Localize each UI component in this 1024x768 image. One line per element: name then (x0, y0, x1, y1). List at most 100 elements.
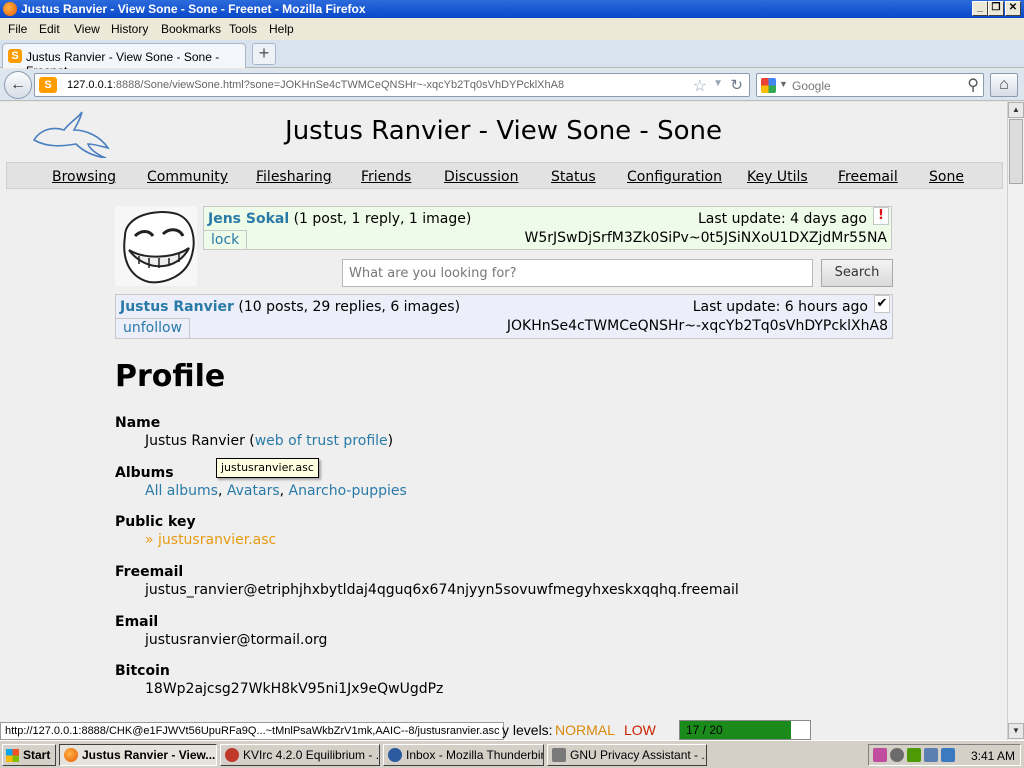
firefox-icon (64, 748, 78, 762)
viewed-sone-name-line: Justus Ranvier (10 posts, 29 replies, 6 … (120, 299, 460, 315)
tray-gear-icon[interactable] (890, 748, 904, 762)
freemail-value: justus_ranvier@etriphjhxbytldaj4qguq6x67… (145, 582, 739, 598)
google-icon[interactable] (761, 78, 776, 93)
new-tab-button[interactable]: + (252, 43, 276, 65)
bitcoin-label: Bitcoin (115, 663, 170, 679)
bookmark-star-icon[interactable]: ☆ (693, 76, 707, 96)
viewed-sone-stats: (10 posts, 29 replies, 6 images) (233, 299, 461, 315)
window-title-bar: Justus Ranvier - View Sone - Sone - Free… (0, 0, 1024, 18)
lock-button[interactable]: lock (204, 230, 248, 250)
web-of-trust-link[interactable]: web of trust profile (255, 433, 388, 449)
menu-view[interactable]: View (74, 22, 100, 36)
scroll-down-icon[interactable]: ▼ (1008, 723, 1024, 739)
taskbar: Start Justus Ranvier - View... KVIrc 4.2… (0, 740, 1024, 768)
tab-strip: S Justus Ranvier - View Sone - Sone - Fr… (0, 40, 1024, 78)
menu-bookmarks[interactable]: Bookmarks (161, 22, 221, 36)
url-path: :8888/Sone/viewSone.html?sone=JOKHnSe4cT… (112, 79, 565, 91)
kvirc-icon (225, 748, 239, 762)
album-link[interactable]: All albums (145, 483, 218, 499)
peers-count: 17 / 20 (686, 723, 723, 737)
viewed-sone-name[interactable]: Justus Ranvier (120, 299, 234, 315)
search-icon[interactable]: ⚲ (967, 75, 979, 95)
sone-search-placeholder: What are you looking for? (349, 266, 517, 281)
url-bar[interactable]: S 127.0.0.1:8888/Sone/viewSone.html?sone… (34, 73, 750, 97)
thunderbird-icon (388, 748, 402, 762)
link-tooltip: justusranvier.asc (216, 458, 319, 478)
main-navigation: Browsing Community Filesharing Friends D… (6, 162, 1003, 189)
public-key-link[interactable]: » justusranvier.asc (145, 532, 276, 548)
sone-search-input[interactable]: What are you looking for? (342, 259, 813, 287)
home-button[interactable]: ⌂ (990, 73, 1018, 97)
email-label: Email (115, 614, 159, 630)
unfollow-button[interactable]: unfollow (116, 318, 191, 338)
task-thunderbird[interactable]: Inbox - Mozilla Thunderbird (383, 744, 544, 766)
menu-tools[interactable]: Tools (229, 22, 257, 36)
current-sone-last-update: Last update: 4 days ago (698, 211, 867, 227)
sone-search-button[interactable]: Search (821, 259, 893, 287)
url-dropdown-icon[interactable]: ▼ (713, 78, 723, 89)
menu-history[interactable]: History (111, 22, 148, 36)
nav-community[interactable]: Community (147, 169, 228, 185)
task-label: Justus Ranvier - View... (82, 748, 216, 762)
web-search-placeholder: Google (792, 79, 831, 93)
reload-icon[interactable]: ↻ (730, 76, 743, 94)
public-key-label: Public key (115, 514, 196, 530)
window-title: Justus Ranvier - View Sone - Sone - Free… (21, 2, 366, 16)
current-sone-name[interactable]: Jens Sokal (208, 211, 289, 227)
menu-file[interactable]: File (8, 22, 27, 36)
task-kvirc[interactable]: KVIrc 4.2.0 Equilibrium - ... (220, 744, 380, 766)
name-value: Justus Ranvier (web of trust profile) (145, 433, 393, 449)
search-engine-dropdown-icon[interactable]: ▼ (779, 79, 788, 89)
albums-label: Albums (115, 465, 174, 481)
status-link-url: http://127.0.0.1:8888/CHK@e1FJWVt56UpuRF… (0, 722, 505, 740)
gpa-key-icon (552, 748, 566, 762)
nav-discussion[interactable]: Discussion (444, 169, 518, 185)
nav-key-utils[interactable]: Key Utils (747, 169, 808, 185)
tray-kvirc-icon[interactable] (873, 748, 887, 762)
site-identity-icon[interactable]: S (39, 77, 57, 93)
url-host: 127.0.0.1 (67, 79, 113, 91)
tray-network-icon[interactable] (924, 748, 938, 762)
nav-sone[interactable]: Sone (929, 169, 964, 185)
album-link[interactable]: Avatars (227, 483, 280, 499)
scroll-thumb[interactable] (1009, 119, 1023, 184)
security-level-normal[interactable]: NORMAL (555, 722, 615, 738)
nav-freemail[interactable]: Freemail (838, 169, 898, 185)
avatar (115, 206, 197, 286)
start-label: Start (23, 748, 51, 762)
system-tray: 3:41 AM (868, 744, 1021, 766)
viewed-sone-last-update: Last update: 6 hours ago (692, 299, 868, 315)
nav-configuration[interactable]: Configuration (627, 169, 722, 185)
task-gpa[interactable]: GNU Privacy Assistant - ... (547, 744, 707, 766)
tab-sone[interactable]: S Justus Ranvier - View Sone - Sone - Fr… (2, 43, 246, 78)
name-label: Name (115, 415, 161, 431)
nav-status[interactable]: Status (551, 169, 596, 185)
tray-freenet-icon[interactable] (941, 748, 955, 762)
close-button[interactable]: ✕ (1005, 1, 1021, 16)
nav-friends[interactable]: Friends (361, 169, 411, 185)
vertical-scrollbar[interactable]: ▲ ▼ (1007, 102, 1024, 740)
album-link[interactable]: Anarcho-puppies (289, 483, 407, 499)
nav-browsing[interactable]: Browsing (52, 169, 116, 185)
start-button[interactable]: Start (2, 744, 56, 766)
email-value: justusranvier@tormail.org (145, 632, 328, 648)
page-title: Justus Ranvier - View Sone - Sone (285, 116, 722, 146)
trusted-check-icon: ✔ (874, 295, 890, 313)
back-button[interactable]: ← (4, 71, 32, 99)
nav-filesharing[interactable]: Filesharing (256, 169, 332, 185)
task-label: KVIrc 4.2.0 Equilibrium - ... (243, 748, 380, 762)
profile-heading: Profile (115, 359, 226, 394)
url-text[interactable]: 127.0.0.1:8888/Sone/viewSone.html?sone=J… (67, 79, 564, 91)
scroll-up-icon[interactable]: ▲ (1008, 102, 1024, 118)
menu-edit[interactable]: Edit (39, 22, 60, 36)
task-label: GNU Privacy Assistant - ... (570, 748, 707, 762)
menu-bar: File Edit View History Bookmarks Tools H… (0, 19, 1024, 39)
minimize-button[interactable]: _ (972, 1, 988, 16)
name-text: Justus Ranvier ( (145, 433, 255, 449)
tray-key-icon[interactable] (907, 748, 921, 762)
web-search-box[interactable]: ▼ Google ⚲ (756, 73, 984, 97)
restore-button[interactable]: ❐ (988, 1, 1004, 16)
task-firefox[interactable]: Justus Ranvier - View... (59, 744, 217, 766)
security-level-low[interactable]: LOW (624, 722, 656, 738)
menu-help[interactable]: Help (269, 22, 294, 36)
